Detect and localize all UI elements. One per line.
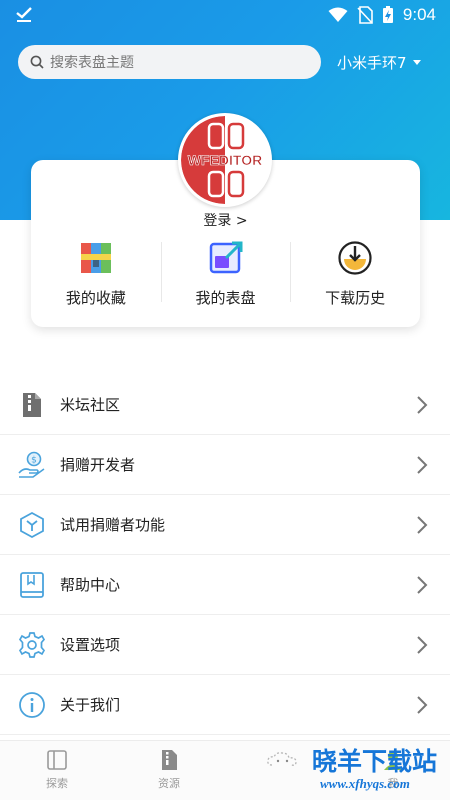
chevron-right-icon xyxy=(417,696,428,714)
watermark-url: www.xfhyqs.com xyxy=(320,776,410,791)
menu-item-trial-features[interactable]: 试用捐赠者功能 xyxy=(0,495,450,555)
menu-item-donate[interactable]: $ 捐赠开发者 xyxy=(0,435,450,495)
chevron-right-icon xyxy=(417,456,428,474)
tab-label: 资源 xyxy=(158,777,180,790)
menu-item-community[interactable]: 米坛社区 xyxy=(0,375,450,435)
no-sim-icon xyxy=(357,6,373,24)
menu-item-about[interactable]: 关于我们 xyxy=(0,675,450,735)
device-selector[interactable]: 小米手环7 xyxy=(337,52,421,73)
chevron-right-icon xyxy=(417,636,428,654)
favorites-icon xyxy=(80,243,111,273)
quick-action-favorites[interactable]: 我的收藏 xyxy=(31,238,161,310)
quick-action-download-history[interactable]: 下载历史 xyxy=(290,238,420,310)
trial-icon xyxy=(20,511,44,539)
status-bar: 9:04 xyxy=(0,0,450,32)
avatar[interactable]: WFEDITOR xyxy=(178,113,272,207)
community-icon xyxy=(23,393,41,417)
quick-actions: 我的收藏 我的表盘 下载历史 xyxy=(31,238,420,310)
settings-gear-icon xyxy=(18,632,46,658)
battery-charging-icon xyxy=(382,6,393,23)
donate-icon: $ xyxy=(18,451,45,478)
device-selector-label: 小米手环7 xyxy=(337,54,407,72)
watermark-title: 晓羊下载站 xyxy=(312,747,438,776)
chevron-right-icon xyxy=(417,576,428,594)
chevron-right-icon xyxy=(417,396,428,414)
resource-icon xyxy=(162,750,177,770)
menu-item-label: 试用捐赠者功能 xyxy=(60,516,166,534)
settings-menu: 米坛社区 $ 捐赠开发者 试用捐赠者功能 帮助中心 设置选项 关于我们 xyxy=(0,375,450,735)
tab-label: 探索 xyxy=(46,777,68,790)
watchface-icon xyxy=(209,241,242,274)
quick-action-label: 我的收藏 xyxy=(65,289,126,307)
search-placeholder: 搜索表盘主题 xyxy=(50,55,134,71)
search-bar[interactable]: 搜索表盘主题 xyxy=(18,45,321,79)
wifi-icon xyxy=(328,7,348,22)
menu-item-settings[interactable]: 设置选项 xyxy=(0,615,450,675)
tab-cloud[interactable] xyxy=(253,749,313,775)
quick-action-label: 我的表盘 xyxy=(195,289,256,307)
wfeditor-logo: WFEDITOR xyxy=(181,116,269,204)
watermark: 晓羊下载站 www.xfhyqs.com xyxy=(312,748,450,798)
logo-text: WFEDITOR xyxy=(188,152,262,168)
download-check-icon xyxy=(16,7,32,22)
status-time: 9:04 xyxy=(402,5,436,24)
info-icon xyxy=(19,692,45,718)
download-history-icon xyxy=(338,241,372,275)
cloud-icon xyxy=(267,752,297,766)
tab-resources[interactable]: 资源 xyxy=(139,749,199,791)
login-link[interactable]: 登录 > xyxy=(31,210,420,230)
menu-item-label: 捐赠开发者 xyxy=(60,456,136,474)
tab-explore[interactable]: 探索 xyxy=(27,749,87,791)
quick-action-my-watchfaces[interactable]: 我的表盘 xyxy=(160,238,291,310)
svg-text:$: $ xyxy=(31,456,37,466)
explore-icon xyxy=(47,750,67,770)
quick-action-label: 下载历史 xyxy=(325,289,386,307)
menu-item-label: 米坛社区 xyxy=(60,396,121,414)
menu-item-help-center[interactable]: 帮助中心 xyxy=(0,555,450,615)
chevron-right-icon xyxy=(417,516,428,534)
search-icon xyxy=(30,55,44,69)
chevron-down-icon xyxy=(412,60,421,65)
menu-item-label: 帮助中心 xyxy=(60,576,121,594)
help-book-icon xyxy=(20,572,44,598)
menu-item-label: 关于我们 xyxy=(60,696,121,714)
menu-item-label: 设置选项 xyxy=(60,636,121,654)
